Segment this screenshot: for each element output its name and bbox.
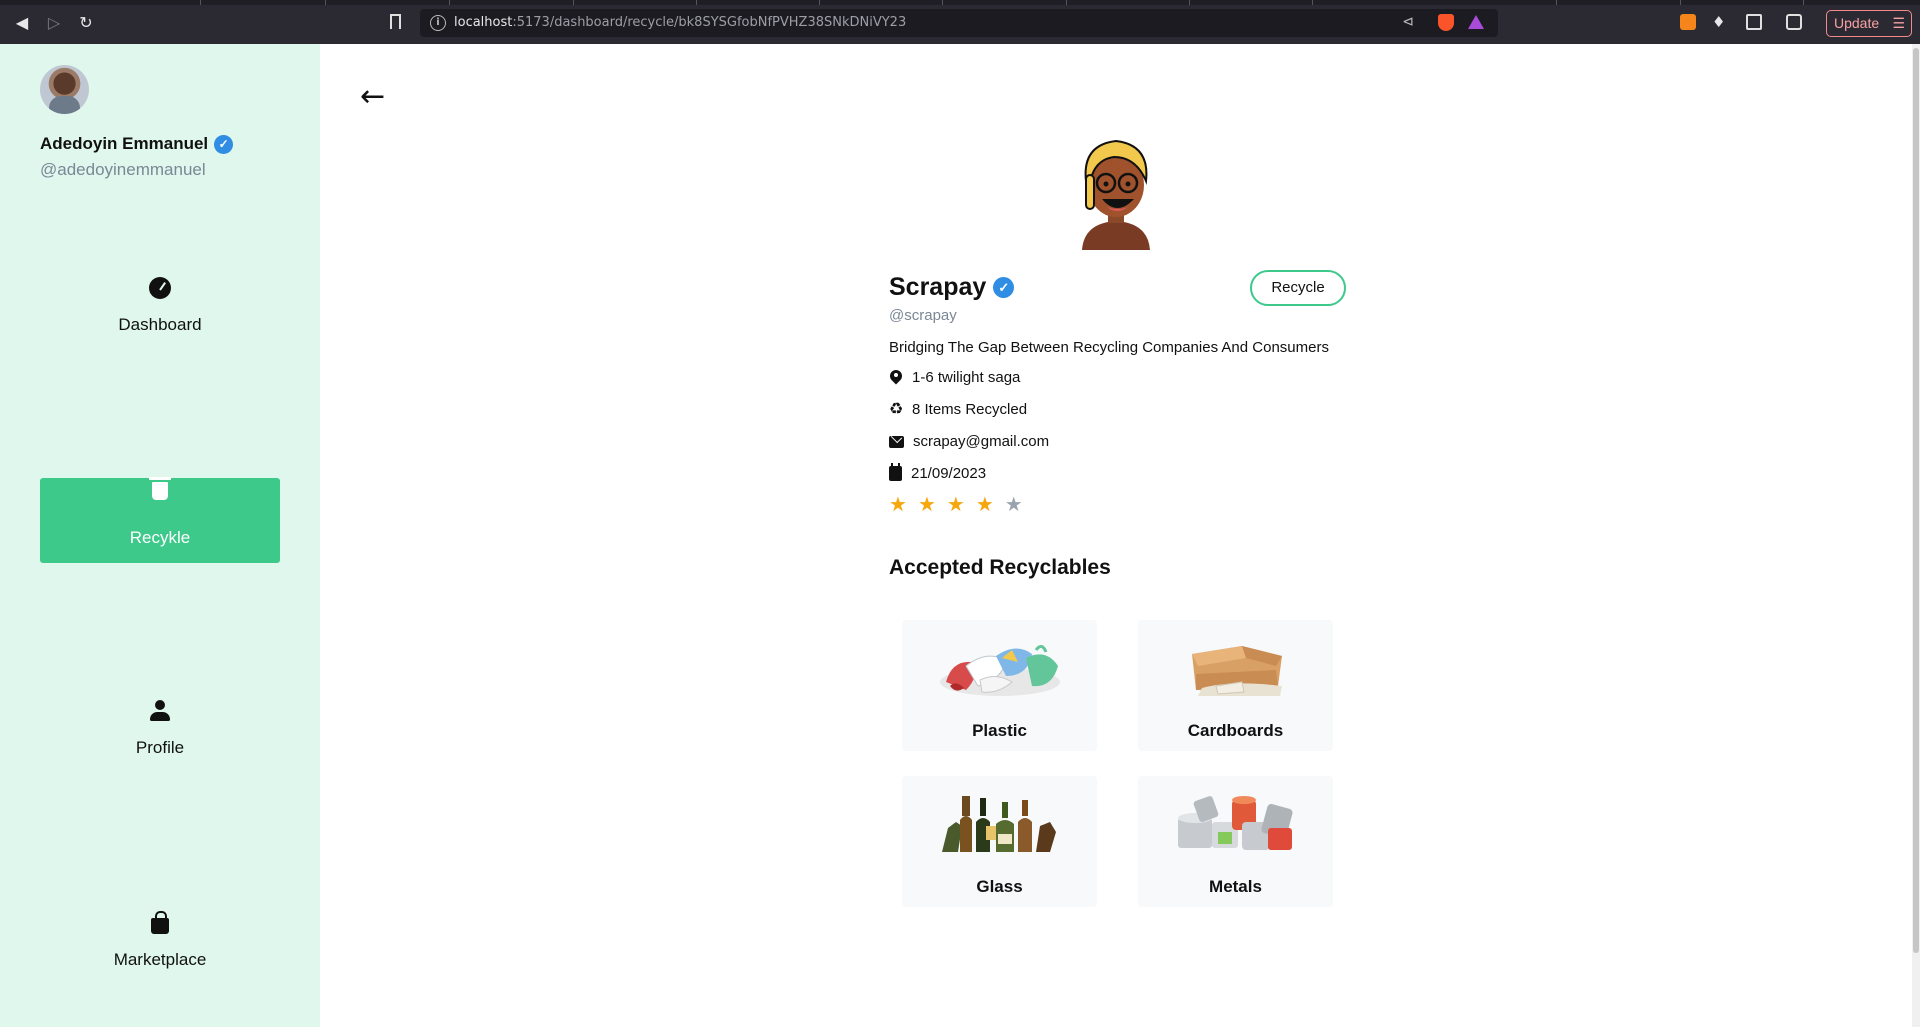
recyclable-label: Metals [1209,877,1262,896]
metamask-extension-icon[interactable] [1680,14,1696,30]
url-text[interactable]: localhost:5173/dashboard/recycle/bk8SYSG… [454,15,906,30]
sidebar-item-label: Profile [135,738,185,757]
metals-image [1178,796,1293,850]
items-recycled-row: ♻ 8 Items Recycled [889,400,1028,418]
location-pin-icon [889,370,903,386]
sidebar: Adedoyin Emmanuel ✓ @adedoyinemmanuel Da… [0,44,320,1027]
user-name: Adedoyin Emmanuel ✓ [40,134,234,154]
calendar-icon [889,463,902,481]
page-scrollbar[interactable] [1912,44,1920,1027]
person-icon [150,700,170,722]
verified-badge-icon: ✓ [993,277,1015,298]
sidebar-item-profile[interactable]: Profile [40,700,280,785]
update-button[interactable]: Update ☰ [1826,10,1912,37]
email-row: scrapay@gmail.com [889,433,1049,450]
dashboard-gauge-icon [149,277,171,299]
reload-icon[interactable]: ↻ [75,12,97,34]
star-filled-icon: ★ [889,492,907,516]
star-filled-icon: ★ [975,492,994,516]
tab-strip[interactable] [0,0,1920,5]
glass-image [942,796,1056,852]
plastic-image [940,645,1060,696]
date-row: 21/09/2023 [889,463,986,482]
sidebar-item-recykle[interactable]: Recykle [40,477,280,563]
sidebar-item-label: Recykle [129,528,191,547]
forward-nav-icon[interactable]: ▷ [43,12,65,34]
menu-icon[interactable]: ☰ [1892,11,1905,36]
shopping-bag-icon [151,911,169,934]
recyclable-label: Glass [976,877,1023,896]
org-handle: @scrapay [889,307,957,324]
scrollbar-thumb[interactable] [1913,48,1919,953]
recyclable-card-glass[interactable]: Glass [902,776,1097,907]
bookmark-icon[interactable] [390,14,401,29]
star-filled-icon: ★ [946,492,965,516]
brave-rewards-icon[interactable] [1468,15,1484,29]
star-filled-icon: ★ [917,492,936,516]
recyclable-card-metals[interactable]: Metals [1138,776,1333,907]
sidebar-item-label: Dashboard [118,315,202,334]
recyclable-label: Plastic [972,721,1027,740]
recyclable-card-plastic[interactable]: Plastic [902,620,1097,751]
sidebar-item-label: Marketplace [113,950,207,969]
location-row: 1-6 twilight saga [889,369,1020,386]
sidebar-item-dashboard[interactable]: Dashboard [40,277,280,362]
user-avatar[interactable] [40,65,89,114]
address-bar[interactable]: i localhost:5173/dashboard/recycle/bk8SY… [420,9,1498,37]
recyclable-label: Cardboards [1187,721,1284,740]
sidebar-toggle-icon[interactable] [1746,14,1762,30]
wallet-icon[interactable] [1786,14,1802,30]
verified-badge-icon: ✓ [214,134,234,154]
accepted-recyclables-title: Accepted Recyclables [889,556,1111,579]
org-avatar [1082,139,1150,250]
recycle-button[interactable]: Recycle [1250,270,1346,306]
extensions-puzzle-icon[interactable]: ♦ [1712,14,1728,30]
envelope-icon [889,435,904,448]
org-name: Scrapay ✓ [889,273,1015,302]
cardboard-image [1192,646,1282,696]
browser-toolbar: ◀ ▷ ↻ i localhost:5173/dashboard/recycle… [0,0,1920,44]
org-tagline: Bridging The Gap Between Recycling Compa… [889,339,1329,356]
recycle-icon: ♻ [889,400,904,418]
sidebar-item-marketplace[interactable]: Marketplace [40,911,280,997]
recyclable-card-cardboards[interactable]: Cardboards [1138,620,1333,751]
site-info-icon[interactable]: i [430,15,446,31]
star-empty-icon: ★ [1004,492,1023,516]
trash-icon [149,477,171,500]
back-arrow-icon[interactable]: ← [360,82,390,112]
rating-stars: ★ ★ ★ ★ ★ [889,494,1023,514]
brave-shields-icon[interactable] [1438,14,1454,31]
back-nav-icon[interactable]: ◀ [11,12,33,34]
share-icon[interactable]: ⊲ [1402,14,1414,30]
user-handle: @adedoyinemmanuel [40,160,206,179]
